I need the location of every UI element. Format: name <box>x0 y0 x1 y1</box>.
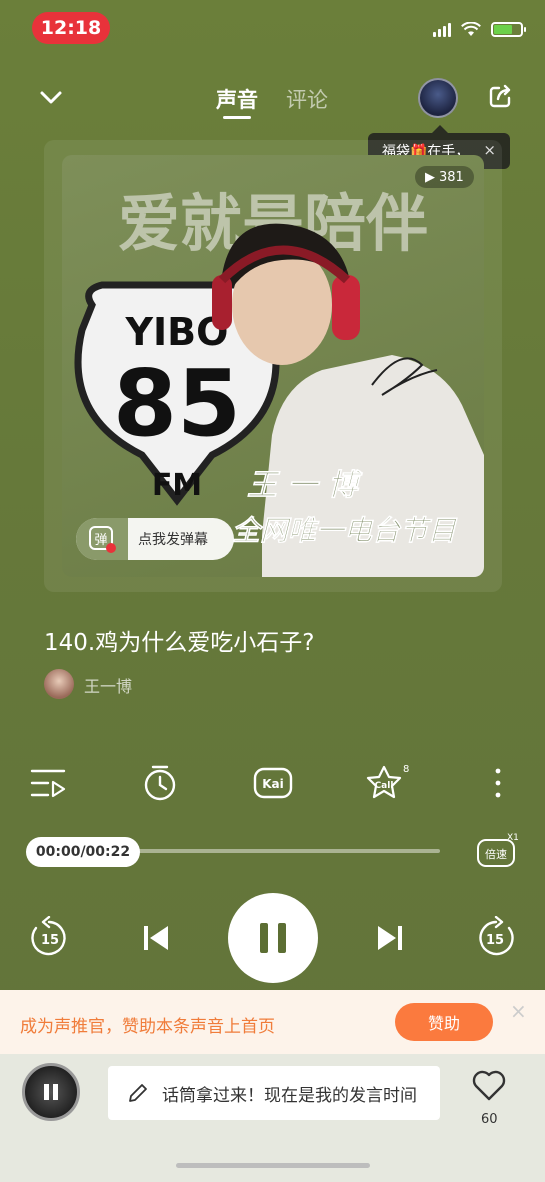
progress-bar[interactable] <box>138 849 440 853</box>
author-name[interactable]: 王一博 <box>84 673 132 697</box>
call-icon[interactable]: Call 8 <box>364 763 410 803</box>
tab-underline <box>223 116 251 119</box>
call-badge: 8 <box>403 764 409 775</box>
forward-15-icon[interactable]: 15 <box>474 916 518 960</box>
collapse-chevron-icon[interactable] <box>38 84 64 110</box>
author-avatar[interactable] <box>44 669 74 699</box>
pencil-icon <box>129 1084 147 1102</box>
cover-sign-number: 85 <box>113 350 241 457</box>
kai-icon[interactable]: Kai <box>252 763 294 803</box>
kai-label: Kai <box>262 777 284 791</box>
home-indicator <box>176 1163 370 1168</box>
play-count: 381 <box>439 169 464 185</box>
timer-icon[interactable] <box>140 763 180 803</box>
tab-sound[interactable]: 声音 <box>216 84 258 114</box>
promo-text: 成为声推官，赞助本条声音上首页 <box>20 1017 275 1037</box>
pause-icon <box>260 923 286 953</box>
tab-comment[interactable]: 评论 <box>286 84 328 114</box>
comment-input[interactable]: 话筒拿过来！现在是我的发言时间 <box>108 1066 440 1120</box>
mini-pause-icon <box>44 1084 58 1100</box>
pause-button[interactable] <box>228 893 318 983</box>
speed-button[interactable]: 倍速 X1 <box>476 832 520 870</box>
signal-icon <box>433 22 451 37</box>
heart-icon[interactable] <box>472 1070 506 1102</box>
sponsor-button[interactable]: 赞助 <box>395 1003 493 1041</box>
cover-art: 爱就是陪伴 YIBO 85 FM 王 一 博 全网唯一电台节目 <box>74 187 484 577</box>
rewind-seconds: 15 <box>41 933 59 948</box>
danmu-icon: 弹 <box>76 518 128 560</box>
cover-slogan: 全网唯一电台节目 <box>232 514 458 547</box>
play-count-badge: ▶ 381 <box>415 166 474 188</box>
comment-placeholder: 话筒拿过来！现在是我的发言时间 <box>162 1085 417 1106</box>
forward-seconds: 15 <box>486 933 504 948</box>
wifi-icon <box>461 22 481 36</box>
danmu-icon-text: 弹 <box>94 533 107 548</box>
playlist-icon[interactable] <box>28 763 68 803</box>
danmu-button[interactable]: 弹 点我发弹幕 <box>76 518 234 560</box>
avatar[interactable] <box>418 78 458 118</box>
promo-close-button[interactable]: × <box>510 999 527 1023</box>
rewind-15-icon[interactable]: 15 <box>27 916 71 960</box>
mini-player[interactable] <box>22 1063 80 1121</box>
more-icon[interactable] <box>478 763 518 803</box>
cover-artist-overlay: 王 一 博 <box>247 468 363 503</box>
status-icons <box>433 22 526 37</box>
track-title: 140.鸡为什么爱吃小石子? <box>44 630 315 656</box>
previous-icon[interactable] <box>134 916 178 960</box>
battery-icon <box>491 22 526 37</box>
speed-value: X1 <box>507 833 519 843</box>
share-icon[interactable] <box>486 83 514 111</box>
danmu-label: 点我发弹幕 <box>138 532 208 548</box>
like-count: 60 <box>481 1112 498 1127</box>
progress-time[interactable]: 00:00/00:22 <box>26 837 140 867</box>
play-small-icon: ▶ <box>425 169 435 185</box>
cover-sign-bottom: FM <box>152 468 202 503</box>
call-label: Call <box>375 781 394 791</box>
next-icon[interactable] <box>368 916 412 960</box>
album-cover[interactable]: 爱就是陪伴 YIBO 85 FM 王 一 博 全网唯一电台节目 <box>62 155 484 577</box>
status-time: 12:18 <box>32 12 110 44</box>
speed-label: 倍速 <box>485 847 507 861</box>
